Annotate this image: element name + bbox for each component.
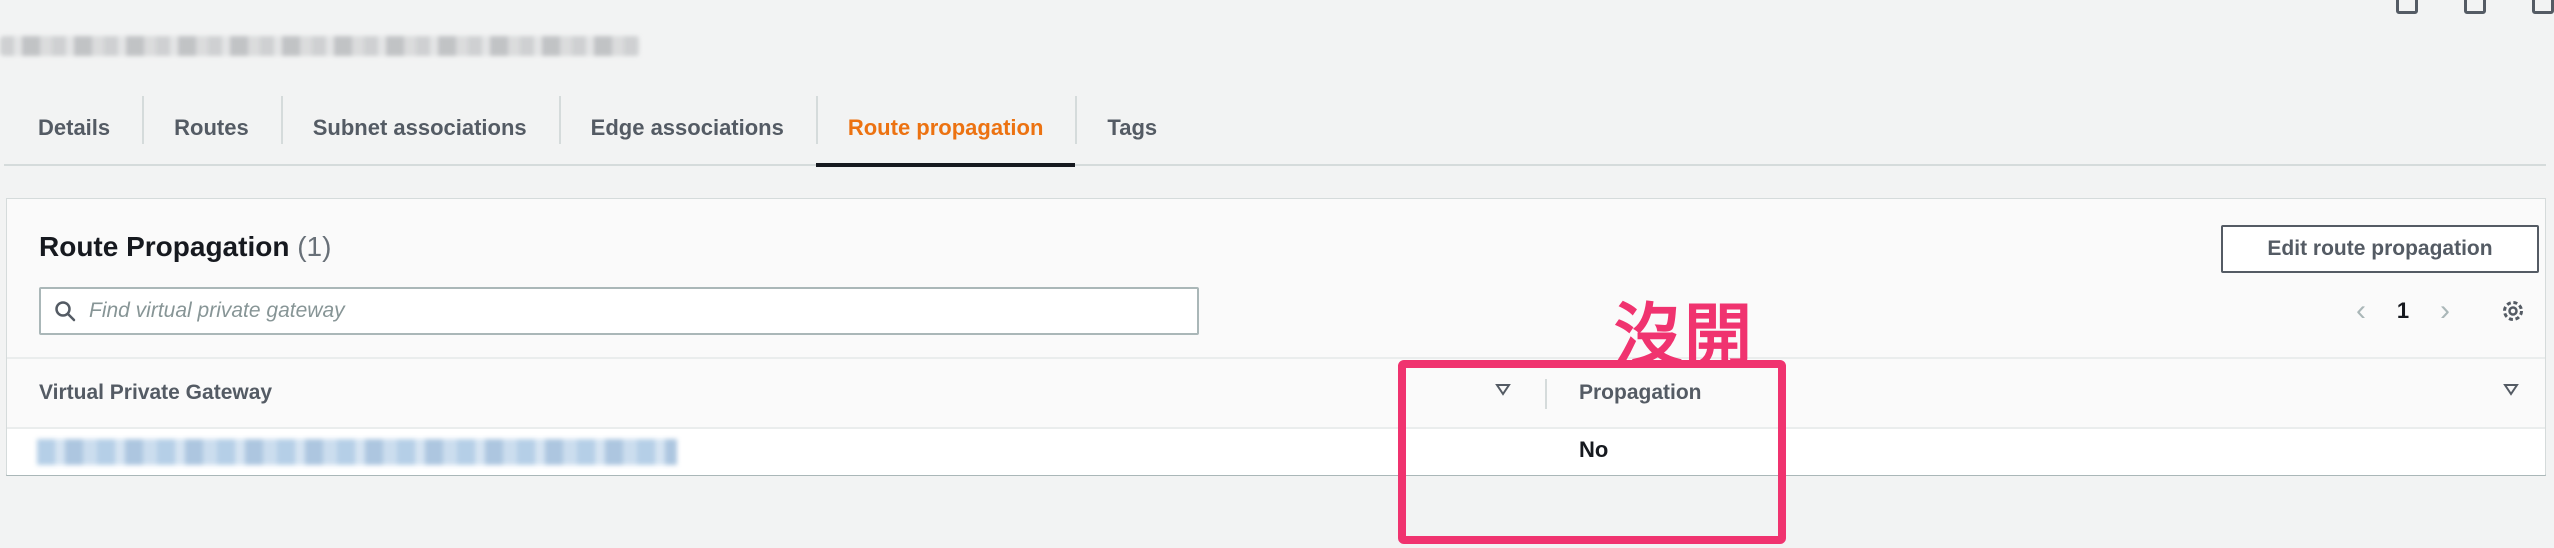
tab-details[interactable]: Details <box>4 92 142 164</box>
panel-icon[interactable] <box>2396 0 2418 14</box>
panel-header: Route Propagation (1) Edit route propaga… <box>7 199 2545 359</box>
column-header-virtual-private-gateway[interactable]: Virtual Private Gateway <box>39 359 272 427</box>
page: Details Routes Subnet associations Edge … <box>0 0 2554 548</box>
tab-route-propagation[interactable]: Route propagation <box>815 92 1076 167</box>
tab-bar: Details Routes Subnet associations Edge … <box>4 92 2546 167</box>
search-icon <box>41 289 89 333</box>
tab-edge-associations[interactable]: Edge associations <box>558 92 816 164</box>
table-header-row: Virtual Private Gateway Propagation <box>7 359 2545 429</box>
panel-count: (1) <box>297 231 332 262</box>
tab-tags[interactable]: Tags <box>1075 92 1189 164</box>
edit-route-propagation-button[interactable]: Edit route propagation <box>2221 225 2539 273</box>
annotation-highlight-box <box>1398 360 1786 544</box>
page-number[interactable]: 1 <box>2381 298 2425 324</box>
panel-title-text: Route Propagation <box>39 231 290 262</box>
route-propagation-panel: Route Propagation (1) Edit route propaga… <box>6 198 2546 476</box>
tab-subnet-associations[interactable]: Subnet associations <box>280 92 559 164</box>
resource-id-blurred <box>0 36 640 56</box>
panel-title: Route Propagation (1) <box>39 231 331 263</box>
search-input[interactable] <box>89 299 1169 323</box>
panel-icon[interactable] <box>2532 0 2554 14</box>
gear-icon[interactable] <box>2493 298 2533 324</box>
table-row[interactable]: No <box>7 429 2545 475</box>
pagination: ‹ 1 › <box>2341 291 2533 331</box>
search-box[interactable] <box>39 287 1199 335</box>
sort-down-icon[interactable] <box>2503 383 2519 402</box>
chevron-right-icon[interactable]: › <box>2425 294 2465 328</box>
panel-icon[interactable] <box>2464 0 2486 14</box>
chevron-left-icon[interactable]: ‹ <box>2341 294 2381 328</box>
gateway-id-blurred[interactable] <box>37 439 677 465</box>
tab-routes[interactable]: Routes <box>142 92 281 164</box>
window-controls <box>2396 0 2554 14</box>
